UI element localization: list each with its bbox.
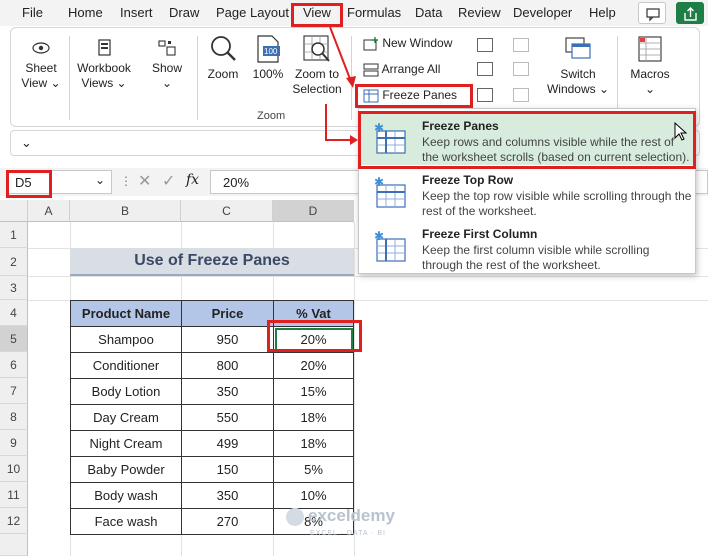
watermark-icon	[286, 507, 304, 526]
annotation-arrows	[325, 26, 358, 145]
watermark-logo: exceldemy	[286, 506, 395, 526]
watermark-tagline: EXCEL · DATA · BI	[310, 530, 386, 537]
